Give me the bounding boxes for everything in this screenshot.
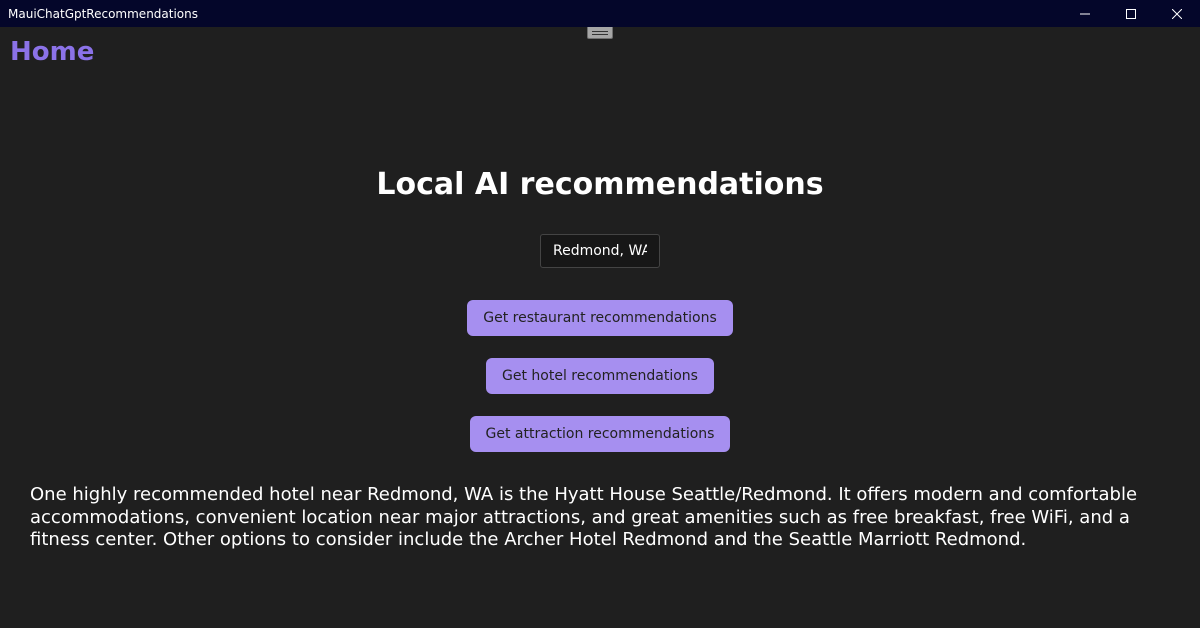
window-title: MauiChatGptRecommendations bbox=[8, 7, 198, 21]
page-title: Local AI recommendations bbox=[376, 167, 823, 202]
get-attractions-button[interactable]: Get attraction recommendations bbox=[470, 416, 731, 452]
location-input[interactable] bbox=[540, 234, 660, 268]
get-restaurants-button[interactable]: Get restaurant recommendations bbox=[467, 300, 733, 336]
main-content: Local AI recommendations Get restaurant … bbox=[0, 67, 1200, 552]
window-titlebar: MauiChatGptRecommendations bbox=[0, 0, 1200, 27]
maximize-button[interactable] bbox=[1108, 0, 1154, 27]
result-text: One highly recommended hotel near Redmon… bbox=[0, 474, 1200, 552]
window-controls bbox=[1062, 0, 1200, 27]
close-icon bbox=[1172, 9, 1182, 19]
maximize-icon bbox=[1126, 9, 1136, 19]
close-button[interactable] bbox=[1154, 0, 1200, 27]
minimize-icon bbox=[1080, 9, 1090, 19]
handle-line-icon bbox=[592, 34, 608, 35]
minimize-button[interactable] bbox=[1062, 0, 1108, 27]
get-hotels-button[interactable]: Get hotel recommendations bbox=[486, 358, 714, 394]
handle-line-icon bbox=[592, 31, 608, 32]
toolbar-handle[interactable] bbox=[587, 27, 613, 39]
